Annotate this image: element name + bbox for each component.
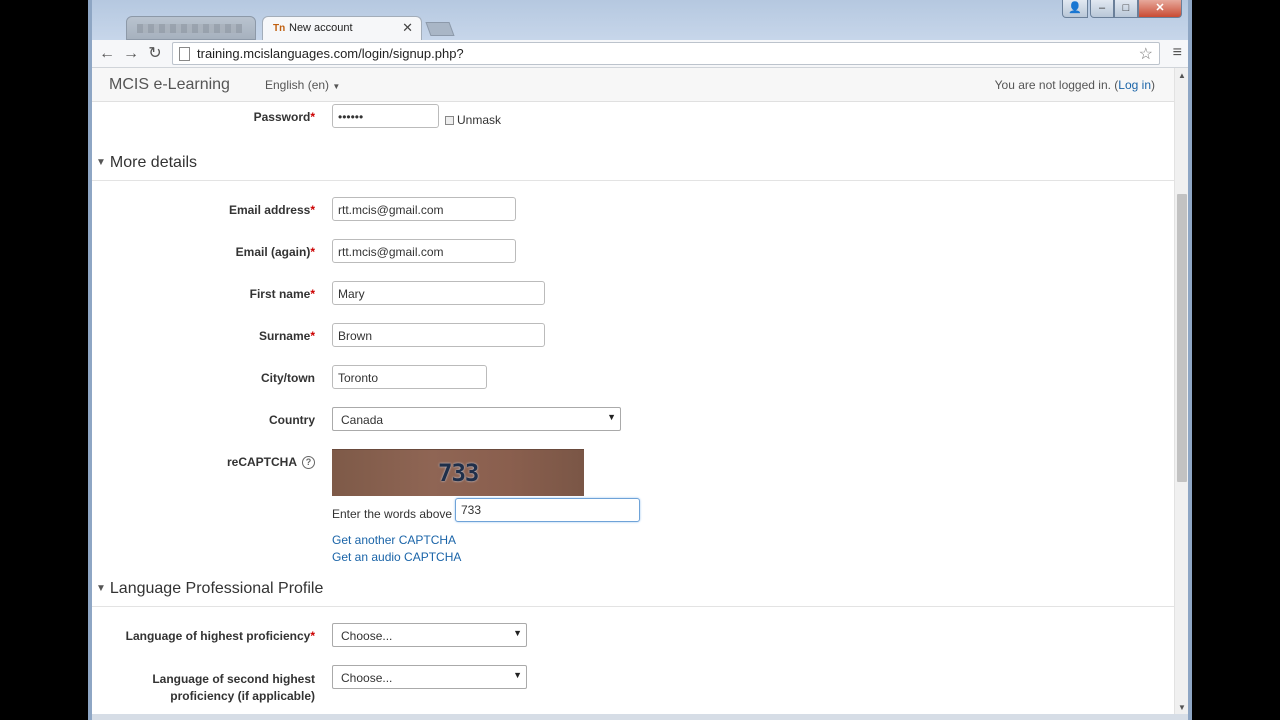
captcha-image: 733 bbox=[332, 449, 584, 496]
web-page: MCIS e-Learning English (en) ▼ You are n… bbox=[92, 68, 1188, 714]
login-link[interactable]: Log in bbox=[1118, 78, 1151, 92]
close-window-button[interactable]: ✕ bbox=[1138, 0, 1182, 18]
login-suffix: ) bbox=[1151, 78, 1155, 92]
signup-form: Password* •••••• Unmask ▼ More details Em… bbox=[92, 102, 1174, 714]
window-frame bbox=[1188, 0, 1192, 720]
second-proficiency-label: Language of second highest proficiency (i… bbox=[152, 671, 315, 705]
section-more-details[interactable]: ▼ More details bbox=[96, 154, 197, 172]
minimize-button[interactable]: – bbox=[1090, 0, 1114, 18]
scroll-down-icon[interactable]: ▼ bbox=[1178, 703, 1186, 712]
another-captcha-link[interactable]: Get another CAPTCHA bbox=[332, 533, 456, 547]
captcha-input[interactable]: 733 bbox=[455, 498, 640, 522]
section-language-profile[interactable]: ▼ Language Professional Profile bbox=[96, 580, 323, 598]
email-input[interactable]: rtt.mcis@gmail.com bbox=[332, 197, 516, 221]
dropdown-arrow-icon: ▼ bbox=[513, 628, 522, 638]
collapse-triangle-icon: ▼ bbox=[96, 157, 106, 168]
surname-label-text: Surname bbox=[258, 329, 311, 343]
highest-proficiency-label-text: Language of highest proficiency bbox=[125, 629, 311, 643]
recaptcha-label: reCAPTCHA? bbox=[226, 455, 315, 470]
section-title: More details bbox=[109, 154, 198, 171]
audio-captcha-link[interactable]: Get an audio CAPTCHA bbox=[332, 550, 461, 564]
back-icon[interactable]: ← bbox=[96, 43, 118, 65]
dropdown-arrow-icon: ▼ bbox=[513, 670, 522, 680]
menu-icon[interactable]: ≡ bbox=[1173, 44, 1182, 62]
url-text[interactable]: training.mcislanguages.com/login/signup.… bbox=[197, 46, 464, 61]
country-label: Country bbox=[269, 413, 315, 427]
city-input[interactable]: Toronto bbox=[332, 365, 487, 389]
first-name-label: First name* bbox=[249, 287, 315, 301]
user-icon[interactable]: 👤 bbox=[1062, 0, 1088, 18]
reload-icon[interactable]: ↻ bbox=[144, 43, 166, 65]
country-value: Canada bbox=[341, 413, 384, 427]
bookmark-star-icon[interactable]: ☆ bbox=[1139, 44, 1153, 64]
forward-icon[interactable]: → bbox=[120, 43, 142, 65]
language-menu[interactable]: English (en) ▼ bbox=[265, 78, 340, 92]
favicon-icon: Tn bbox=[273, 23, 286, 34]
scroll-up-icon[interactable]: ▲ bbox=[1178, 71, 1186, 80]
tab-title: New account bbox=[289, 22, 353, 34]
maximize-button[interactable]: □ bbox=[1114, 0, 1138, 18]
collapse-triangle-icon: ▼ bbox=[96, 583, 106, 594]
page-icon bbox=[179, 47, 190, 61]
unmask-checkbox[interactable]: Unmask bbox=[445, 113, 501, 127]
dropdown-arrow-icon: ▼ bbox=[607, 412, 616, 422]
browser-toolbar: ← → ↻ training.mcislanguages.com/login/s… bbox=[92, 40, 1188, 68]
email-label-text: Email address bbox=[228, 203, 311, 217]
language-label: English (en) bbox=[265, 78, 330, 92]
caret-down-icon: ▼ bbox=[332, 82, 341, 91]
unmask-label: Unmask bbox=[457, 113, 502, 127]
second-proficiency-value: Choose... bbox=[341, 671, 393, 685]
address-bar[interactable]: training.mcislanguages.com/login/signup.… bbox=[172, 42, 1160, 65]
surname-label: Surname* bbox=[258, 329, 315, 343]
new-tab-button[interactable] bbox=[425, 22, 455, 36]
section-divider bbox=[92, 180, 1174, 181]
browser-window: Tn New account ✕ 👤 – □ ✕ ← → ↻ training.… bbox=[88, 0, 1192, 720]
window-controls: 👤 – □ ✕ bbox=[1062, 0, 1182, 18]
email-label: Email address* bbox=[228, 203, 315, 217]
second-proficiency-label-line2: proficiency (if applicable) bbox=[170, 689, 315, 703]
second-proficiency-label-line1: Language of second highest bbox=[152, 672, 315, 686]
recaptcha-label-text: reCAPTCHA bbox=[226, 455, 297, 469]
help-icon[interactable]: ? bbox=[302, 456, 315, 470]
site-brand[interactable]: MCIS e-Learning bbox=[109, 76, 230, 94]
checkbox-icon[interactable] bbox=[445, 116, 454, 126]
scrollbar-thumb[interactable] bbox=[1177, 194, 1187, 482]
tab-strip: Tn New account ✕ 👤 – □ ✕ bbox=[92, 0, 1188, 40]
surname-input[interactable]: Brown bbox=[332, 323, 545, 347]
password-label: Password* bbox=[253, 110, 315, 124]
tab-new-account[interactable]: Tn New account ✕ bbox=[262, 16, 422, 40]
tab-title-blurred bbox=[137, 24, 242, 33]
login-info: You are not logged in. (Log in) bbox=[995, 78, 1155, 92]
site-navbar: MCIS e-Learning English (en) ▼ You are n… bbox=[92, 68, 1174, 102]
tab-inactive[interactable] bbox=[126, 16, 256, 40]
first-name-label-text: First name bbox=[249, 287, 311, 301]
login-prefix: You are not logged in. ( bbox=[994, 78, 1119, 92]
city-label: City/town bbox=[261, 371, 315, 385]
highest-proficiency-value: Choose... bbox=[341, 629, 393, 643]
first-name-input[interactable]: Mary bbox=[332, 281, 545, 305]
close-tab-icon[interactable]: ✕ bbox=[402, 20, 413, 36]
country-select[interactable]: Canada ▼ bbox=[332, 407, 621, 431]
second-proficiency-select[interactable]: Choose... ▼ bbox=[332, 665, 527, 689]
email-again-input[interactable]: rtt.mcis@gmail.com bbox=[332, 239, 516, 263]
captcha-prompt: Enter the words above bbox=[332, 507, 453, 521]
section-divider bbox=[92, 606, 1174, 607]
highest-proficiency-select[interactable]: Choose... ▼ bbox=[332, 623, 527, 647]
email-again-label: Email (again)* bbox=[235, 245, 315, 259]
password-label-text: Password bbox=[253, 110, 311, 124]
section-title: Language Professional Profile bbox=[109, 580, 324, 597]
highest-proficiency-label: Language of highest proficiency* bbox=[125, 629, 315, 643]
vertical-scrollbar[interactable]: ▲ ▼ bbox=[1174, 68, 1188, 714]
password-input[interactable]: •••••• bbox=[332, 104, 439, 128]
captcha-image-text: 733 bbox=[438, 459, 479, 487]
email-again-label-text: Email (again) bbox=[235, 245, 311, 259]
